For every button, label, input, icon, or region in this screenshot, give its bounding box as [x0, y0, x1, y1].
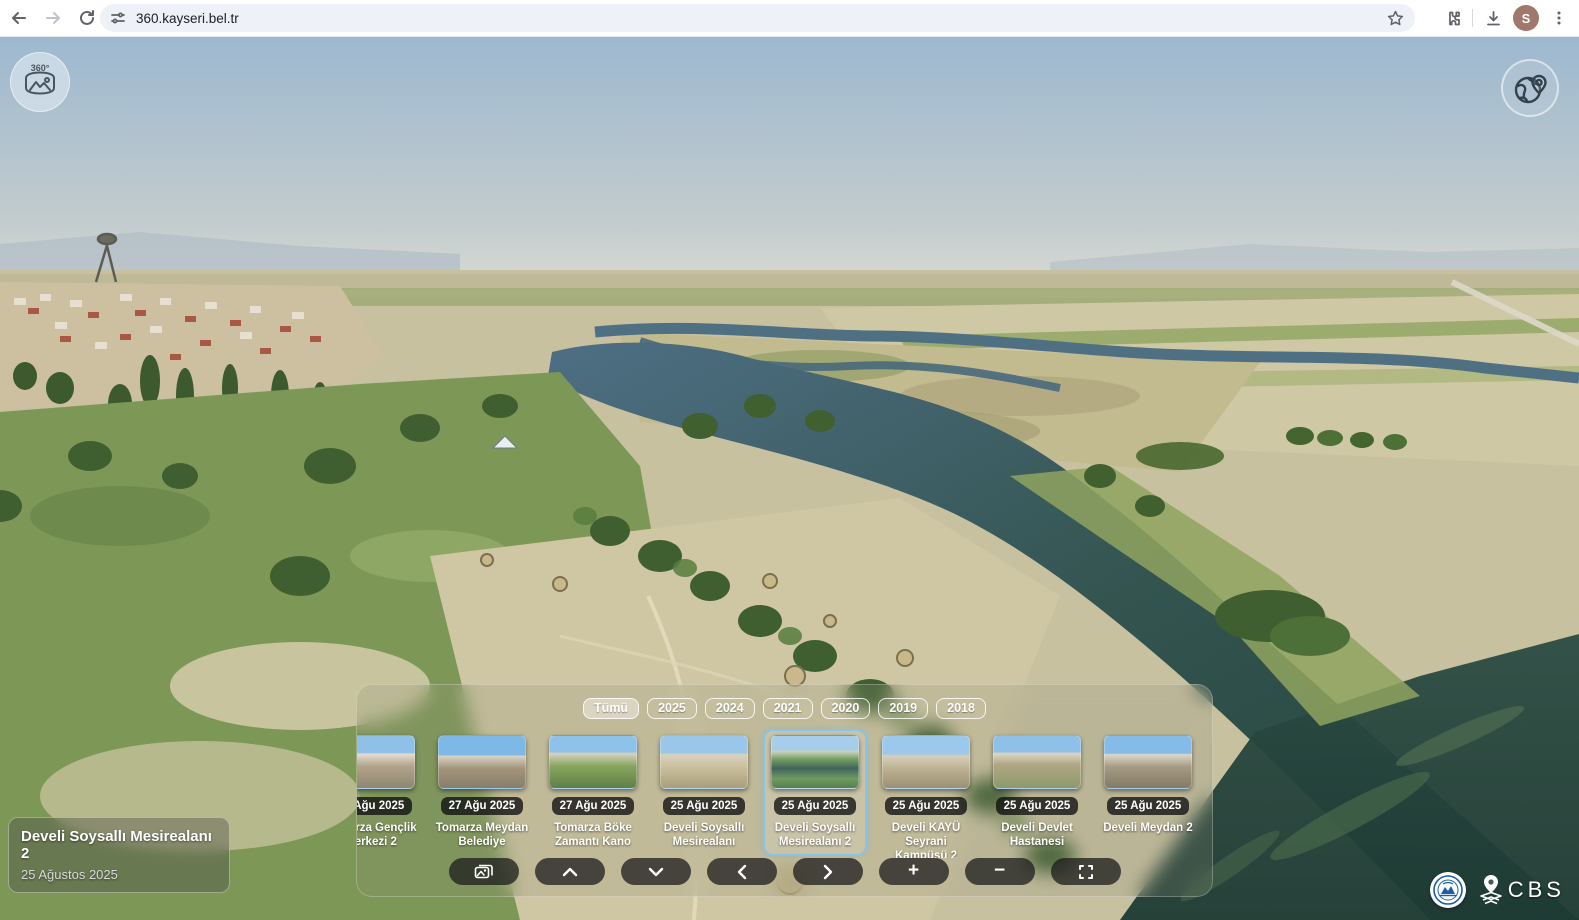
minus-icon: − — [994, 861, 1005, 880]
cbs-label: CBS — [1508, 877, 1565, 903]
year-chip-2020[interactable]: 2020 — [821, 698, 871, 719]
back-arrow-icon — [10, 9, 28, 27]
pano-card[interactable]: 27 Ağu 2025 Tomarza Meydan Belediye — [430, 729, 534, 856]
location-title: Develi Soysallı Mesirealanı 2 — [21, 828, 217, 862]
thumbnail-carousel[interactable]: 27 Ağu 2025 Tomarza Gençlik Merkezi 2 27… — [357, 725, 1212, 858]
chevron-up-icon — [562, 867, 578, 877]
reload-icon — [78, 9, 96, 27]
carousel-track: 27 Ağu 2025 Tomarza Gençlik Merkezi 2 27… — [357, 725, 1212, 858]
card-date: 25 Ağu 2025 — [885, 797, 968, 815]
fullscreen-button[interactable] — [1051, 858, 1121, 885]
thumbnail-image — [549, 735, 637, 789]
pano-card-selected[interactable]: 25 Ağu 2025 Develi Soysallı Mesirealanı … — [763, 729, 867, 856]
card-title: Tomarza Meydan Belediye — [434, 822, 530, 850]
zoom-in-button[interactable]: + — [879, 858, 949, 885]
browser-window: 360.kayseri.bel.tr S — [0, 0, 1579, 920]
download-icon — [1484, 9, 1503, 28]
pano-card[interactable]: 27 Ağu 2025 Tomarza Böke Zamantı Kano — [541, 729, 645, 856]
downloads-button[interactable] — [1479, 4, 1507, 32]
thumbnail-image — [882, 735, 970, 789]
card-title: Develi Soysallı Mesirealanı 2 — [767, 822, 863, 850]
chevron-left-icon — [737, 864, 747, 880]
card-date: 25 Ağu 2025 — [1107, 797, 1190, 815]
gallery-panel: Tümü 2025 2024 2021 2020 2019 2018 27 Ağ… — [356, 684, 1213, 897]
gallery-icon — [474, 864, 494, 880]
card-title: Develi Meydan 2 — [1103, 822, 1192, 836]
year-chip-2025[interactable]: 2025 — [647, 698, 697, 719]
svg-text:360°: 360° — [31, 63, 50, 73]
extensions-puzzle-icon — [1443, 9, 1462, 28]
pan-left-button[interactable] — [707, 858, 777, 885]
pano-card[interactable]: 25 Ağu 2025 Develi KAYÜ Seyrani Kampüsü … — [874, 729, 978, 858]
chevron-down-icon — [648, 867, 664, 877]
card-title: Develi Soysallı Mesirealanı — [656, 822, 752, 850]
plus-icon: + — [908, 861, 919, 880]
pano-360-icon: 360° — [20, 62, 60, 102]
card-title: Tomarza Gençlik Merkezi 2 — [357, 822, 419, 850]
toolbar-divider — [1472, 9, 1473, 27]
globe-pin-icon — [1510, 68, 1550, 108]
card-date: 27 Ağu 2025 — [552, 797, 635, 815]
kayseri-logo-icon — [1433, 875, 1463, 905]
year-chip-2021[interactable]: 2021 — [763, 698, 813, 719]
reload-button[interactable] — [72, 3, 102, 33]
thumbnail-image — [357, 735, 415, 789]
year-chip-all[interactable]: Tümü — [583, 698, 639, 719]
card-date: 25 Ağu 2025 — [774, 797, 857, 815]
pano-card[interactable]: 25 Ağu 2025 Develi Meydan 2 — [1096, 729, 1200, 842]
year-chip-2024[interactable]: 2024 — [705, 698, 755, 719]
thumbnail-image — [993, 735, 1081, 789]
thumbnail-image — [660, 735, 748, 789]
card-title: Develi Devlet Hastanesi — [989, 822, 1085, 850]
card-date: 27 Ağu 2025 — [441, 797, 524, 815]
profile-avatar[interactable]: S — [1513, 5, 1539, 31]
card-title: Develi Gençlik Merkezi — [1211, 822, 1212, 850]
card-title: Develi KAYÜ Seyrani Kampüsü 2 — [878, 822, 974, 858]
pan-right-button[interactable] — [793, 858, 863, 885]
branding-area: CBS — [1430, 872, 1565, 908]
pano-card[interactable]: 27 Ağu 2025 Tomarza Gençlik Merkezi 2 — [357, 729, 423, 856]
kayseri-municipality-logo — [1430, 872, 1466, 908]
url-text[interactable]: 360.kayseri.bel.tr — [136, 11, 1386, 26]
browser-toolbar: 360.kayseri.bel.tr S — [0, 0, 1579, 37]
forward-arrow-icon — [44, 9, 62, 27]
site-info-icon[interactable] — [110, 10, 126, 26]
fullscreen-icon — [1078, 864, 1094, 880]
chevron-right-icon — [823, 864, 833, 880]
pano-card[interactable]: 25 Ağu 2025 Develi Soysallı Mesirealanı — [652, 729, 756, 856]
address-bar[interactable]: 360.kayseri.bel.tr — [100, 4, 1415, 32]
card-date: 25 Ağu 2025 — [663, 797, 746, 815]
bookmark-star-icon[interactable] — [1386, 9, 1405, 28]
year-chip-2019[interactable]: 2019 — [878, 698, 928, 719]
year-chip-2018[interactable]: 2018 — [936, 698, 986, 719]
card-title: Tomarza Böke Zamantı Kano — [545, 822, 641, 850]
toolbar-right-icons: S — [1438, 0, 1573, 36]
pan-up-button[interactable] — [535, 858, 605, 885]
pano-card[interactable]: 25 Ağu 2025 Develi Gençlik Merkezi — [1207, 729, 1212, 856]
year-filter-bar: Tümü 2025 2024 2021 2020 2019 2018 — [357, 698, 1212, 719]
location-date: 25 Ağustos 2025 — [21, 867, 217, 882]
pano-360-button[interactable]: 360° — [10, 52, 70, 112]
pano-card[interactable]: 25 Ağu 2025 Develi Devlet Hastanesi — [985, 729, 1089, 856]
card-date: 27 Ağu 2025 — [357, 797, 412, 815]
browser-menu-button[interactable] — [1545, 4, 1573, 32]
thumbnail-image — [1104, 735, 1192, 789]
cbs-logo: CBS — [1478, 874, 1565, 906]
location-info-card: Develi Soysallı Mesirealanı 2 25 Ağustos… — [8, 817, 230, 893]
map-view-button[interactable] — [1501, 59, 1559, 117]
pan-down-button[interactable] — [621, 858, 691, 885]
viewer-controls: + − — [357, 858, 1212, 885]
cbs-pin-layers-icon — [1478, 874, 1504, 906]
panorama-viewport[interactable]: 360° Develi Soysallı Mesirealanı 2 25 Ağ… — [0, 36, 1579, 920]
gallery-toggle-button[interactable] — [449, 858, 519, 885]
forward-button[interactable] — [38, 3, 68, 33]
thumbnail-image — [438, 735, 526, 789]
thumbnail-image — [771, 735, 859, 789]
back-button[interactable] — [4, 3, 34, 33]
zoom-out-button[interactable]: − — [965, 858, 1035, 885]
card-date: 25 Ağu 2025 — [996, 797, 1079, 815]
extensions-button[interactable] — [1438, 4, 1466, 32]
kebab-menu-icon — [1551, 10, 1567, 26]
